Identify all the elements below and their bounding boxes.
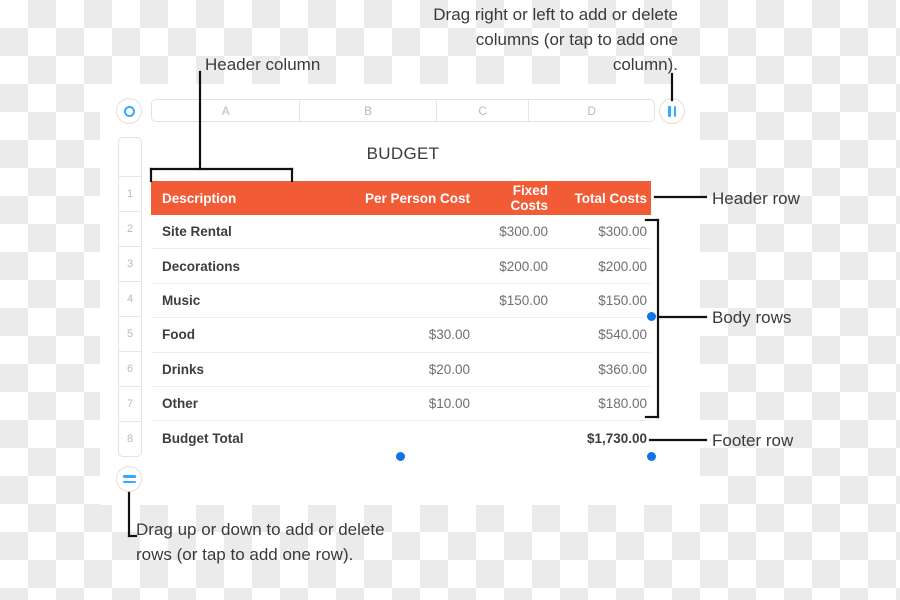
selection-dot-footer-right[interactable] bbox=[647, 452, 656, 461]
column-header-c[interactable]: C bbox=[437, 100, 530, 121]
selection-dot-footer-left[interactable] bbox=[396, 452, 405, 461]
row-number-6-label: 6 bbox=[126, 363, 134, 375]
header-cell-description[interactable]: Description bbox=[151, 191, 364, 206]
row-number-1[interactable]: 1 bbox=[119, 177, 141, 212]
row-number-4[interactable]: 4 bbox=[119, 282, 141, 317]
cell-total-costs[interactable]: $540.00 bbox=[552, 327, 651, 342]
table-row[interactable]: Site Rental $300.00 $300.00 bbox=[151, 215, 651, 250]
column-header-d[interactable]: D bbox=[529, 100, 654, 121]
table-row[interactable]: Decorations $200.00 $200.00 bbox=[151, 249, 651, 284]
horizontal-bars-icon bbox=[122, 475, 136, 483]
table-footer-row[interactable]: Budget Total $1,730.00 bbox=[151, 421, 651, 455]
column-header-c-label: C bbox=[478, 103, 487, 118]
annotation-body-rows: Body rows bbox=[712, 308, 792, 327]
row-number-6[interactable]: 6 bbox=[119, 352, 141, 387]
row-number-1-label: 1 bbox=[126, 188, 134, 200]
table-row[interactable]: Food $30.00 $540.00 bbox=[151, 318, 651, 353]
row-number-3-label: 3 bbox=[126, 258, 134, 270]
cell-per-person-cost[interactable]: $10.00 bbox=[364, 396, 474, 411]
table-header-row[interactable]: Description Per Person Cost Fixed Costs … bbox=[151, 181, 651, 215]
table-row[interactable]: Drinks $20.00 $360.00 bbox=[151, 353, 651, 387]
cell-total-costs[interactable]: $200.00 bbox=[552, 259, 651, 274]
row-number-7-label: 7 bbox=[126, 398, 134, 410]
column-header-b-label: B bbox=[364, 103, 373, 118]
column-resize-handle[interactable] bbox=[659, 98, 685, 124]
header-cell-fixed-costs[interactable]: Fixed Costs bbox=[474, 183, 552, 213]
cell-fixed-costs[interactable]: $150.00 bbox=[474, 293, 552, 308]
screenshot-stage: A B C D 1 2 3 4 5 6 7 8 BUDGET Descripti… bbox=[0, 0, 900, 600]
row-number-8-label: 8 bbox=[126, 433, 134, 445]
column-header-a-label: A bbox=[221, 103, 230, 118]
footer-cell-total-costs[interactable]: $1,730.00 bbox=[552, 431, 651, 446]
cell-total-costs[interactable]: $150.00 bbox=[552, 293, 651, 308]
annotation-columns-hint: Drag right or left to add or delete colu… bbox=[433, 5, 678, 74]
column-header-d-label: D bbox=[587, 103, 597, 118]
annotation-rows-hint: Drag up or down to add or delete rows (o… bbox=[136, 520, 385, 564]
row-number-3[interactable]: 3 bbox=[119, 247, 141, 282]
row-number-2[interactable]: 2 bbox=[119, 212, 141, 247]
cell-total-costs[interactable]: $300.00 bbox=[552, 224, 651, 239]
footer-cell-description[interactable]: Budget Total bbox=[151, 431, 364, 446]
row-number-2-label: 2 bbox=[126, 223, 134, 235]
cell-description[interactable]: Other bbox=[151, 396, 364, 411]
cell-per-person-cost[interactable]: $20.00 bbox=[364, 362, 474, 377]
header-cell-total-costs[interactable]: Total Costs bbox=[552, 191, 651, 206]
annotation-header-row: Header row bbox=[712, 189, 800, 208]
cell-description[interactable]: Music bbox=[151, 293, 364, 308]
table-row[interactable]: Music $150.00 $150.00 bbox=[151, 284, 651, 319]
annotation-header-column: Header column bbox=[205, 55, 321, 74]
row-number-5[interactable]: 5 bbox=[119, 317, 141, 352]
row-number-7[interactable]: 7 bbox=[119, 387, 141, 422]
cell-description[interactable]: Site Rental bbox=[151, 224, 364, 239]
cell-fixed-costs[interactable]: $200.00 bbox=[474, 259, 552, 274]
annotation-footer-row: Footer row bbox=[712, 431, 794, 450]
circle-ring-icon bbox=[123, 105, 135, 117]
budget-table: Description Per Person Cost Fixed Costs … bbox=[151, 181, 651, 456]
row-resize-handle[interactable] bbox=[116, 466, 142, 492]
row-number-spacer bbox=[119, 138, 141, 177]
table-title: BUDGET bbox=[366, 144, 440, 163]
selection-dot-body[interactable] bbox=[647, 312, 656, 321]
cell-per-person-cost[interactable]: $30.00 bbox=[364, 327, 474, 342]
column-header-a[interactable]: A bbox=[152, 100, 301, 121]
row-number-4-label: 4 bbox=[126, 293, 134, 305]
column-header-bar[interactable]: A B C D bbox=[151, 99, 655, 122]
header-cell-per-person-cost[interactable]: Per Person Cost bbox=[364, 191, 474, 206]
row-number-5-label: 5 bbox=[126, 328, 134, 340]
cell-description[interactable]: Food bbox=[151, 327, 364, 342]
cell-total-costs[interactable]: $360.00 bbox=[552, 362, 651, 377]
cell-fixed-costs[interactable]: $300.00 bbox=[474, 224, 552, 239]
cell-description[interactable]: Drinks bbox=[151, 362, 364, 377]
column-header-b[interactable]: B bbox=[300, 100, 437, 121]
row-number-bar[interactable]: 1 2 3 4 5 6 7 8 bbox=[118, 137, 142, 457]
select-all-handle[interactable] bbox=[116, 98, 142, 124]
vertical-bars-icon bbox=[668, 105, 676, 117]
cell-description[interactable]: Decorations bbox=[151, 259, 364, 274]
table-row[interactable]: Other $10.00 $180.00 bbox=[151, 387, 651, 422]
row-number-8[interactable]: 8 bbox=[119, 422, 141, 456]
cell-total-costs[interactable]: $180.00 bbox=[552, 396, 651, 411]
